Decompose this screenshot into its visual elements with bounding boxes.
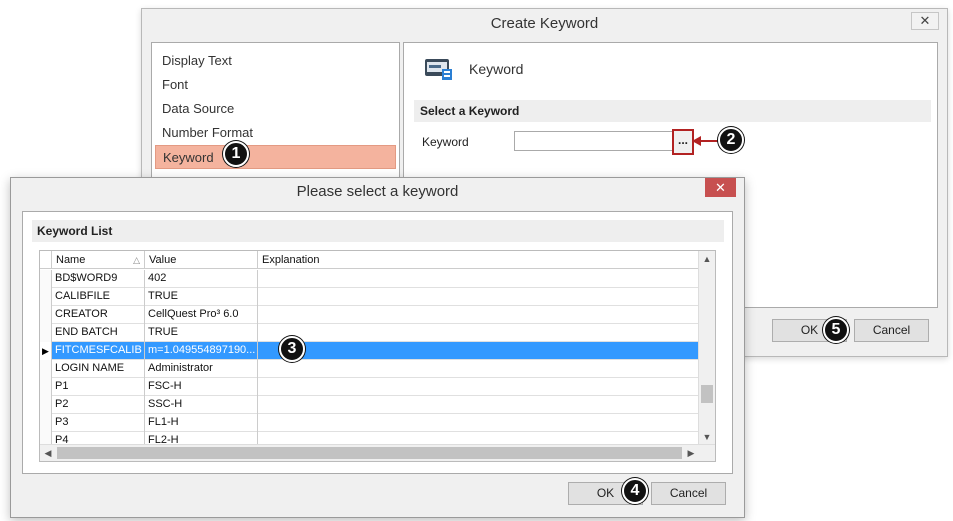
- callout-badge-1: 1: [223, 141, 249, 167]
- cell-value: Administrator: [145, 360, 258, 378]
- category-data-source[interactable]: Data Source: [155, 97, 396, 121]
- callout-arrow-line: [700, 140, 720, 142]
- cell-value: m=1.049554897190...: [145, 342, 258, 360]
- cell-value: 402: [145, 270, 258, 288]
- cell-name: BD$WORD9: [52, 270, 145, 288]
- cell-value: TRUE: [145, 324, 258, 342]
- category-display-text[interactable]: Display Text: [155, 49, 396, 73]
- table-row[interactable]: CALIBFILE TRUE: [40, 288, 700, 306]
- cell-explanation: [258, 288, 700, 306]
- table-row[interactable]: P1 FSC-H: [40, 378, 700, 396]
- cell-name: CREATOR: [52, 306, 145, 324]
- table-row[interactable]: P3 FL1-H: [40, 414, 700, 432]
- keyword-grid[interactable]: Name △ Value Explanation BD$WORD9 402 CA…: [39, 250, 716, 462]
- category-number-format[interactable]: Number Format: [155, 121, 396, 145]
- column-name-label: Name: [56, 254, 86, 266]
- cell-value: CellQuest Pro³ 6.0: [145, 306, 258, 324]
- cell-name: FITCMESFCALIB: [52, 342, 145, 360]
- row-indicator: [40, 270, 52, 288]
- table-row-selected[interactable]: ▶ FITCMESFCALIB m=1.049554897190...: [40, 342, 700, 360]
- cell-explanation: [258, 360, 700, 378]
- horizontal-scroll-thumb[interactable]: [57, 447, 682, 459]
- cell-value: FSC-H: [145, 378, 258, 396]
- callout-badge-2: 2: [718, 127, 744, 153]
- column-header-name[interactable]: Name △: [52, 251, 145, 269]
- select-dialog-close-button[interactable]: ✕: [705, 178, 736, 197]
- cell-explanation: [258, 378, 700, 396]
- horizontal-scrollbar[interactable]: ◀ ▶: [40, 444, 715, 461]
- cell-name: P3: [52, 414, 145, 432]
- cell-name: LOGIN NAME: [52, 360, 145, 378]
- callout-arrow-head: [692, 136, 701, 146]
- column-header-value[interactable]: Value: [145, 251, 258, 269]
- keyword-input[interactable]: [514, 131, 677, 151]
- create-dialog-close-button[interactable]: ✕: [911, 12, 939, 30]
- scroll-down-icon[interactable]: ▼: [699, 429, 715, 445]
- scroll-right-icon[interactable]: ▶: [683, 445, 699, 461]
- row-indicator: [40, 288, 52, 306]
- cell-explanation: [258, 414, 700, 432]
- vertical-scroll-thumb[interactable]: [701, 385, 713, 403]
- cell-name: END BATCH: [52, 324, 145, 342]
- callout-badge-4: 4: [622, 478, 648, 504]
- select-keyword-section: Select a Keyword: [414, 100, 931, 122]
- cell-explanation: [258, 306, 700, 324]
- scroll-left-icon[interactable]: ◀: [40, 445, 56, 461]
- grid-header: Name △ Value Explanation: [40, 251, 700, 269]
- create-cancel-button[interactable]: Cancel: [854, 319, 929, 342]
- cell-explanation: [258, 324, 700, 342]
- panel-heading: Keyword: [469, 61, 524, 77]
- cell-name: P1: [52, 378, 145, 396]
- row-indicator: [40, 360, 52, 378]
- keyword-list-frame: Keyword List Name △ Value Explanation BD…: [22, 211, 733, 474]
- table-row[interactable]: BD$WORD9 402: [40, 270, 700, 288]
- category-keyword[interactable]: Keyword: [155, 145, 396, 169]
- cell-value: FL1-H: [145, 414, 258, 432]
- cell-value: TRUE: [145, 288, 258, 306]
- cell-name: P2: [52, 396, 145, 414]
- vertical-scrollbar[interactable]: ▲ ▼: [698, 251, 715, 445]
- keyword-icon: [424, 56, 454, 82]
- sort-ascending-icon: △: [133, 255, 140, 265]
- cell-explanation: [258, 342, 700, 360]
- column-header-explanation[interactable]: Explanation: [258, 251, 700, 269]
- row-indicator: [40, 414, 52, 432]
- select-keyword-dialog: Please select a keyword ✕ Keyword List N…: [10, 177, 745, 518]
- cell-explanation: [258, 270, 700, 288]
- keyword-field-label: Keyword: [422, 135, 469, 149]
- row-indicator: [40, 378, 52, 396]
- callout-badge-3: 3: [279, 336, 305, 362]
- table-row[interactable]: END BATCH TRUE: [40, 324, 700, 342]
- cell-value: SSC-H: [145, 396, 258, 414]
- keyword-list-section: Keyword List: [32, 220, 724, 242]
- current-row-pointer-icon: ▶: [40, 342, 52, 360]
- cell-name: CALIBFILE: [52, 288, 145, 306]
- select-cancel-button[interactable]: Cancel: [651, 482, 726, 505]
- row-indicator: [40, 306, 52, 324]
- table-row[interactable]: P2 SSC-H: [40, 396, 700, 414]
- browse-keyword-button[interactable]: ...: [672, 129, 694, 155]
- table-row[interactable]: LOGIN NAME Administrator: [40, 360, 700, 378]
- callout-badge-5: 5: [823, 317, 849, 343]
- row-header-corner: [40, 251, 52, 269]
- table-row[interactable]: CREATOR CellQuest Pro³ 6.0: [40, 306, 700, 324]
- create-dialog-title: Create Keyword: [142, 9, 947, 39]
- row-indicator: [40, 396, 52, 414]
- cell-explanation: [258, 396, 700, 414]
- scroll-up-icon[interactable]: ▲: [699, 251, 715, 267]
- category-font[interactable]: Font: [155, 73, 396, 97]
- row-indicator: [40, 324, 52, 342]
- select-dialog-title: Please select a keyword: [296, 183, 459, 200]
